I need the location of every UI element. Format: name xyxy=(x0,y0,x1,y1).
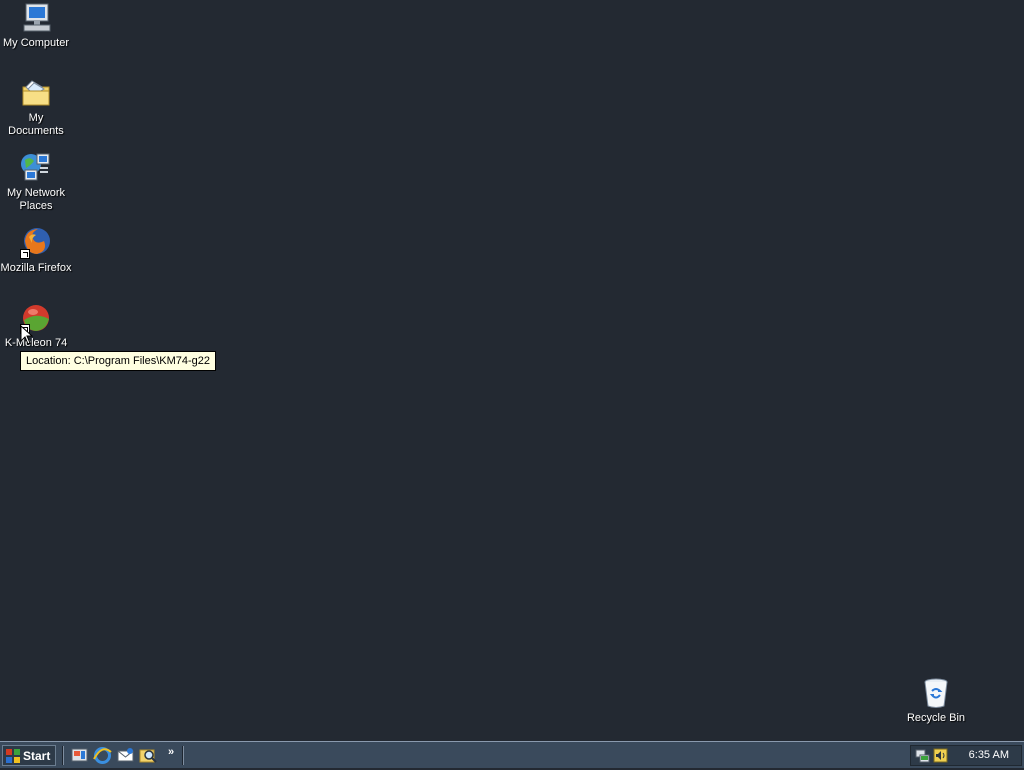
desktop-icon-my-network-places[interactable]: My Network Places xyxy=(0,152,72,213)
shortcut-arrow-icon xyxy=(20,249,30,259)
volume-icon[interactable] xyxy=(933,748,948,763)
folder-documents-icon xyxy=(20,77,52,109)
desktop-icon-label: K-Meleon 74 xyxy=(4,337,68,349)
location-tooltip: Location: C:\Program Files\KM74-g22 xyxy=(20,351,217,371)
start-label: Start xyxy=(23,748,51,763)
desktop-icon-k-meleon[interactable]: K-Meleon 74 xyxy=(0,302,72,350)
outlook-express-icon[interactable] xyxy=(116,746,135,765)
clock[interactable]: 6:35 AM xyxy=(969,749,1009,761)
system-tray: 6:35 AM xyxy=(910,745,1022,766)
quick-launch-toolbar xyxy=(70,746,158,765)
desktop-icon-label: My Network Places xyxy=(6,187,66,212)
windows-logo-icon xyxy=(6,748,20,763)
tray-icons xyxy=(915,748,948,763)
recycle-bin-icon xyxy=(920,677,952,709)
search-icon[interactable] xyxy=(139,746,158,765)
internet-explorer-icon[interactable] xyxy=(93,746,112,765)
desktop-icon-label: My Documents xyxy=(8,112,64,137)
firefox-icon xyxy=(20,227,52,259)
taskbar: Start » 6:35 AM xyxy=(0,741,1024,768)
desktop-icon-my-computer[interactable]: My Computer xyxy=(0,2,72,50)
network-icon[interactable] xyxy=(915,748,930,763)
desktop-icon-my-documents[interactable]: My Documents xyxy=(0,77,72,138)
computer-icon xyxy=(20,2,52,34)
desktop-icon-mozilla-firefox[interactable]: Mozilla Firefox xyxy=(0,227,72,275)
network-places-icon xyxy=(20,152,52,184)
start-button[interactable]: Start xyxy=(2,745,56,766)
desktop-icon-recycle-bin[interactable]: Recycle Bin xyxy=(900,677,972,725)
desktop-icon-label: Mozilla Firefox xyxy=(0,262,72,274)
desktop-icon-label: Recycle Bin xyxy=(906,712,966,724)
mouse-pointer-icon xyxy=(20,324,34,345)
taskbar-separator xyxy=(182,746,184,765)
desktop-icon-label: My Computer xyxy=(2,37,70,49)
desktop[interactable]: My Computer My Documents My Network Plac… xyxy=(0,0,1024,741)
show-desktop-icon[interactable] xyxy=(70,746,89,765)
quick-launch-overflow-chevron[interactable]: » xyxy=(168,746,174,758)
taskbar-separator xyxy=(62,746,64,765)
